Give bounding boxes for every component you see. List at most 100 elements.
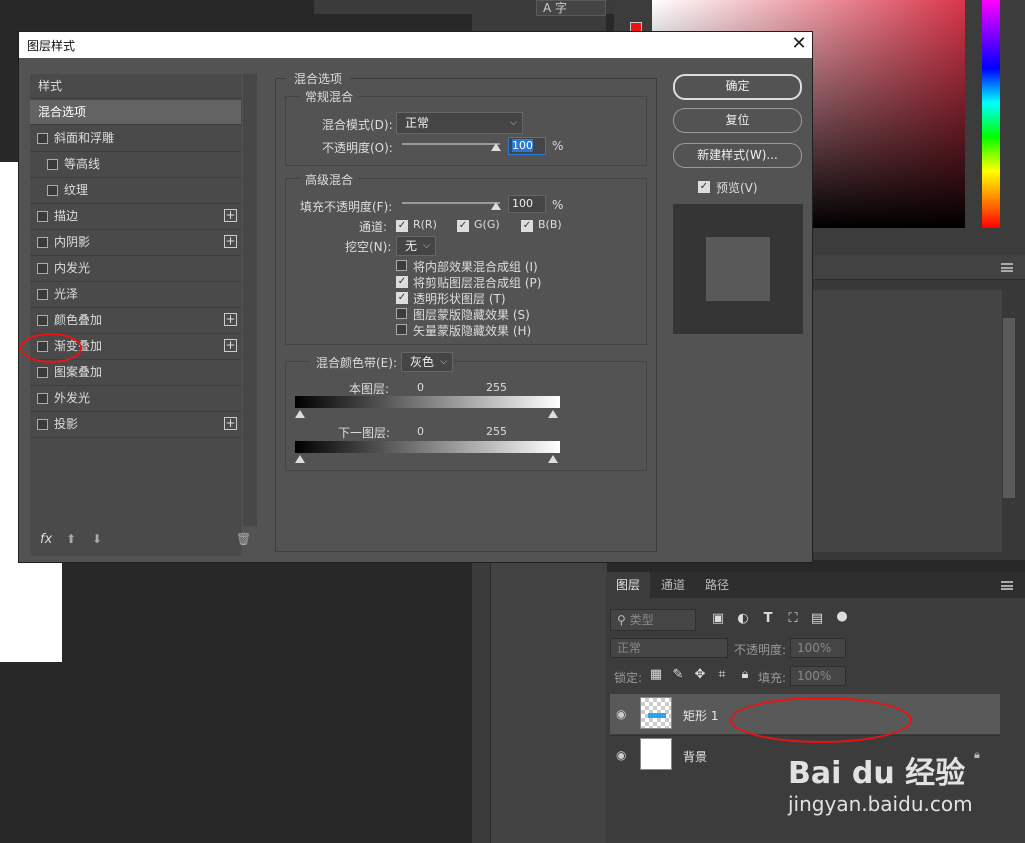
tab-channels[interactable]: 通道 — [652, 572, 694, 598]
close-icon[interactable]: ✕ — [788, 33, 810, 55]
blend-mode-select[interactable]: 正常 ⌵ — [396, 112, 523, 134]
this-layer-white-thumb[interactable] — [548, 410, 558, 418]
style-item-satin[interactable]: 光泽 — [30, 282, 241, 308]
style-item-color-overlay[interactable]: 颜色叠加 + — [30, 308, 241, 334]
this-layer-gradient — [295, 396, 560, 408]
tab-paths[interactable]: 路径 — [696, 572, 738, 598]
layer-opacity-field[interactable]: 100% — [790, 638, 846, 658]
checkbox[interactable] — [37, 315, 48, 326]
checkbox[interactable] — [37, 393, 48, 404]
opacity-slider-thumb[interactable] — [491, 143, 501, 151]
add-icon[interactable]: + — [224, 235, 237, 248]
underlying-gradient — [295, 441, 560, 453]
hue-slider[interactable] — [982, 0, 1000, 228]
channel-g-checkbox[interactable]: ✓ — [457, 220, 469, 232]
blend-interior-checkbox[interactable] — [396, 260, 407, 271]
checkbox[interactable] — [37, 419, 48, 430]
layers-menu-icon[interactable] — [1001, 581, 1013, 590]
add-icon[interactable]: + — [224, 339, 237, 352]
knockout-select[interactable]: 无 ⌵ — [396, 236, 436, 256]
type-filter-icon[interactable]: T — [760, 611, 776, 626]
knockout-value: 无 — [405, 239, 418, 253]
style-item-stroke[interactable]: 描边 + — [30, 204, 241, 230]
checkbox[interactable] — [37, 263, 48, 274]
style-item-texture[interactable]: 纹理 — [30, 178, 241, 204]
checkbox[interactable] — [37, 289, 48, 300]
fill-opacity-slider[interactable] — [402, 202, 500, 204]
style-item-outer-glow[interactable]: 外发光 — [30, 386, 241, 412]
checkbox[interactable] — [37, 367, 48, 378]
move-down-icon[interactable]: ⬇ — [92, 532, 102, 546]
style-item-bevel-emboss[interactable]: 斜面和浮雕 — [30, 126, 241, 152]
layer-opacity-label: 不透明度: — [734, 643, 787, 657]
eye-icon[interactable]: ◉ — [616, 707, 626, 721]
styles-scrollbar[interactable] — [243, 74, 257, 526]
channel-b-label: B(B) — [538, 218, 562, 231]
layer-name[interactable]: 背景 — [683, 748, 707, 765]
pixel-filter-icon[interactable]: ▣ — [710, 611, 726, 626]
layer-name[interactable]: 矩形 1 — [683, 707, 718, 724]
transparency-shapes-checkbox[interactable]: ✓ — [396, 292, 408, 304]
reset-button[interactable]: 复位 — [673, 108, 802, 133]
percent-label: % — [552, 139, 564, 153]
character-button[interactable]: A 字 — [536, 0, 606, 16]
checkbox[interactable] — [37, 211, 48, 222]
add-icon[interactable]: + — [224, 313, 237, 326]
underlying-black-thumb[interactable] — [295, 455, 305, 463]
style-item-inner-shadow[interactable]: 内阴影 + — [30, 230, 241, 256]
trash-icon[interactable]: 🗑︎ — [236, 532, 251, 546]
checkbox[interactable] — [47, 159, 58, 170]
layer-blend-mode-select[interactable]: 正常 — [610, 638, 728, 658]
channel-g-label: G(G) — [474, 218, 500, 231]
fill-opacity-slider-thumb[interactable] — [491, 202, 501, 210]
scrollbar[interactable] — [1003, 318, 1015, 498]
preview-checkbox[interactable]: ✓ — [698, 181, 710, 193]
fill-opacity-label: 填充不透明度(F): — [300, 200, 393, 214]
new-style-button[interactable]: 新建样式(W)... — [673, 143, 802, 168]
blend-if-select[interactable]: 灰色 ⌵ — [401, 352, 453, 372]
dialog-titlebar[interactable] — [19, 32, 812, 58]
eye-icon[interactable]: ◉ — [616, 748, 626, 762]
move-up-icon[interactable]: ⬆ — [66, 532, 76, 546]
adjustment-filter-icon[interactable]: ◐ — [735, 611, 751, 626]
lock-artboard-icon[interactable]: ⌗ — [714, 667, 730, 682]
lock-transparent-icon[interactable]: ▦ — [648, 667, 664, 682]
fill-opacity-field[interactable]: 100 — [508, 195, 546, 213]
vector-mask-hides-checkbox[interactable] — [396, 324, 407, 335]
style-item-contour[interactable]: 等高线 — [30, 152, 241, 178]
underlying-white-thumb[interactable] — [548, 455, 558, 463]
filter-toggle-icon[interactable]: ● — [834, 609, 850, 624]
checkbox[interactable] — [37, 133, 48, 144]
lock-paint-icon[interactable]: ✎ — [670, 667, 686, 682]
channel-r-checkbox[interactable]: ✓ — [396, 220, 408, 232]
panel-menu-icon[interactable] — [1001, 263, 1013, 272]
style-item-drop-shadow[interactable]: 投影 + — [30, 412, 241, 438]
shape-filter-icon[interactable]: ⛶ — [785, 611, 801, 626]
add-icon[interactable]: + — [224, 209, 237, 222]
checkbox[interactable] — [47, 185, 58, 196]
tab-layers[interactable]: 图层 — [606, 572, 650, 598]
layer-fill-field[interactable]: 100% — [790, 666, 846, 686]
style-item-inner-glow[interactable]: 内发光 — [30, 256, 241, 282]
opacity-slider[interactable] — [402, 143, 500, 145]
lock-position-icon[interactable]: ✥ — [692, 667, 708, 682]
baidu-watermark-logo: Bai du 经验 — [788, 756, 966, 791]
fill-label: 填充: — [758, 671, 787, 685]
style-item-pattern-overlay[interactable]: 图案叠加 — [30, 360, 241, 386]
style-item-blending-options[interactable]: 混合选项 — [30, 100, 241, 125]
checkbox[interactable] — [37, 237, 48, 248]
this-layer-black-thumb[interactable] — [295, 410, 305, 418]
style-item-label: 光泽 — [54, 287, 79, 301]
channel-b-checkbox[interactable]: ✓ — [521, 220, 533, 232]
layer-filter-select[interactable]: ⚲ 类型 — [610, 609, 696, 631]
layer-mask-hides-checkbox[interactable] — [396, 308, 407, 319]
smart-object-filter-icon[interactable]: ▤ — [809, 611, 825, 626]
knockout-label: 挖空(N): — [345, 240, 392, 254]
lock-all-icon[interactable]: 🔒︎ — [737, 667, 753, 682]
add-icon[interactable]: + — [224, 417, 237, 430]
fx-icon[interactable]: fx — [40, 532, 52, 547]
style-item-label: 图案叠加 — [54, 365, 103, 379]
ok-button[interactable]: 确定 — [673, 74, 802, 100]
blend-clipped-checkbox[interactable]: ✓ — [396, 276, 408, 288]
opacity-field[interactable]: 100 — [508, 137, 546, 155]
